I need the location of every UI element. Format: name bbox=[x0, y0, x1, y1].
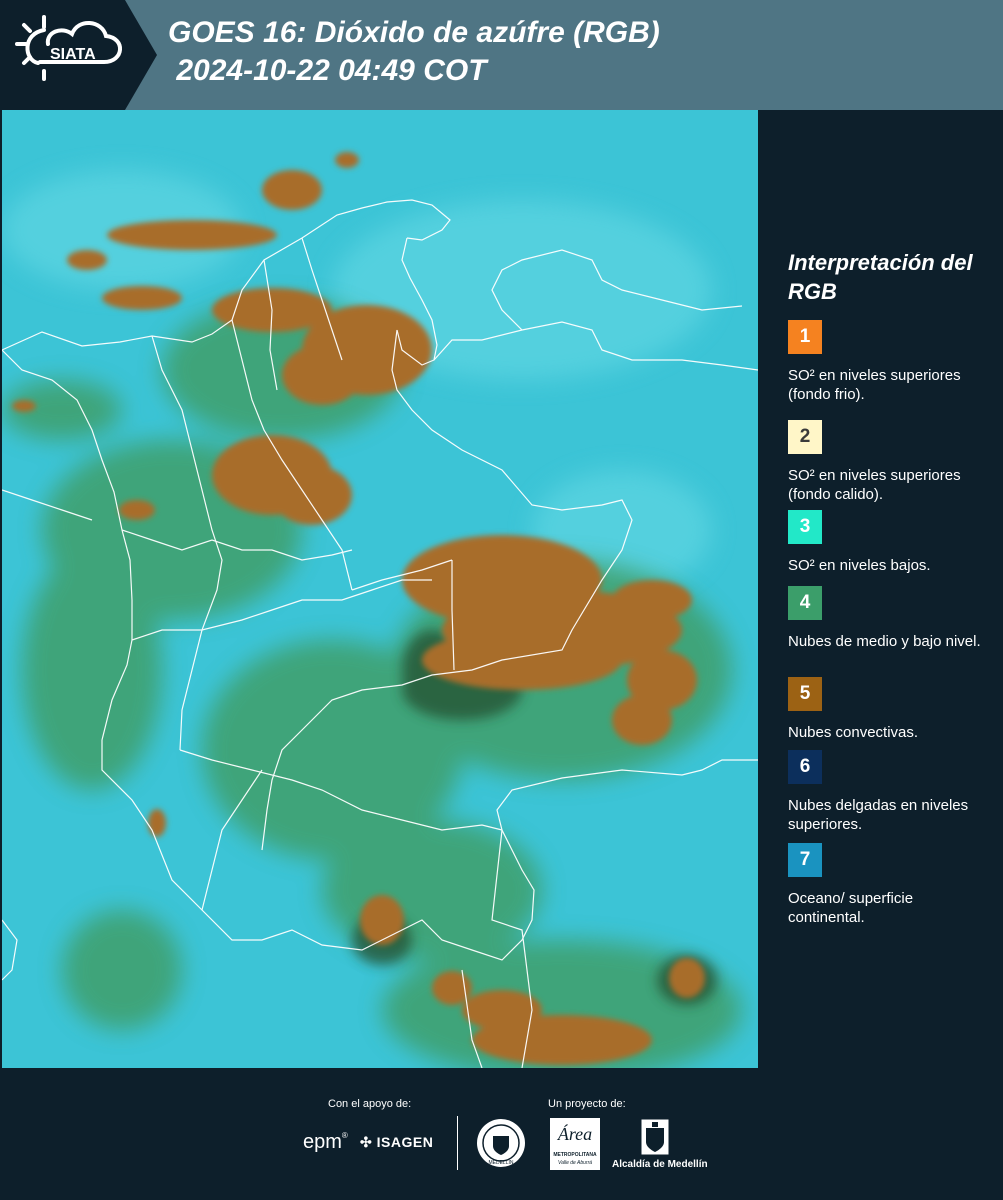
legend-title: Interpretación del RGB bbox=[788, 250, 973, 304]
alcaldia-text: Alcaldía de Medellín bbox=[612, 1159, 708, 1170]
legend-item-2: 2 SO² en niveles superiores (fondo calid… bbox=[788, 420, 988, 504]
legend-text-5: Nubes convectivas. bbox=[788, 724, 919, 741]
legend-item-1: 1 SO² en niveles superiores (fondo frio)… bbox=[788, 320, 988, 404]
legend-item-4: 4 Nubes de medio y bajo nivel. bbox=[788, 586, 988, 651]
siata-logo: SIATA bbox=[0, 0, 160, 110]
area-logo-sub1: METROPOLITANA bbox=[553, 1152, 597, 1158]
legend-text-6: Nubes delgadas en niveles superiores. bbox=[788, 797, 969, 833]
svg-text:MEDELLÍN: MEDELLÍN bbox=[488, 1159, 513, 1166]
header-bar: SIATA GOES 16: Dióxido de azúfre (RGB) 2… bbox=[0, 0, 1003, 110]
legend-swatch-4: 4 bbox=[788, 586, 822, 620]
legend-swatch-3: 3 bbox=[788, 510, 822, 544]
epm-text: epm bbox=[303, 1131, 342, 1153]
legend-text-1: SO² en niveles superiores (fondo frio). bbox=[788, 367, 961, 403]
legend-panel: Interpretación del RGB 1 SO² en niveles … bbox=[760, 110, 1003, 1068]
legend-swatch-5: 5 bbox=[788, 677, 822, 711]
support-label: Con el apoyo de: bbox=[328, 1098, 412, 1110]
legend-swatch-6: 6 bbox=[788, 750, 822, 784]
area-logo-name: Área bbox=[557, 1124, 593, 1144]
legend-item-5: 5 Nubes convectivas. bbox=[788, 677, 988, 742]
page-title: GOES 16: Dióxido de azúfre (RGB) 2024-10… bbox=[168, 14, 660, 90]
legend-item-6: 6 Nubes delgadas en niveles superiores. bbox=[788, 750, 988, 834]
isagen-text: ISAGEN bbox=[376, 1134, 434, 1150]
area-logo-sub2: Valle de Aburrá bbox=[557, 1160, 593, 1166]
legend-text-3: SO² en niveles bajos. bbox=[788, 557, 931, 574]
area-metropolitana-logo: Área METROPOLITANA Valle de Aburrá bbox=[550, 1118, 600, 1170]
isagen-icon: ✣ bbox=[360, 1134, 373, 1150]
medellin-seal-icon: MEDELLÍN bbox=[476, 1118, 526, 1168]
footer-sponsors: Con el apoyo de: Un proyecto de: epm® ✣ … bbox=[0, 1068, 1003, 1200]
project-label: Un proyecto de: bbox=[548, 1098, 626, 1110]
epm-logo: epm® bbox=[303, 1131, 348, 1153]
legend-swatch-7: 7 bbox=[788, 843, 822, 877]
alcaldia-shield-icon bbox=[640, 1118, 670, 1158]
legend-text-4: Nubes de medio y bajo nivel. bbox=[788, 633, 981, 650]
legend-swatch-1: 1 bbox=[788, 320, 822, 354]
title-line-1: GOES 16: Dióxido de azúfre (RGB) bbox=[168, 16, 660, 49]
isagen-logo: ✣ ISAGEN bbox=[360, 1134, 433, 1151]
title-line-2: 2024-10-22 04:49 COT bbox=[168, 54, 487, 87]
satellite-rgb-map bbox=[2, 110, 758, 1068]
footer-divider bbox=[457, 1116, 458, 1170]
legend-text-7: Oceano/ superficie continental. bbox=[788, 890, 914, 926]
svg-text:SIATA: SIATA bbox=[50, 46, 96, 63]
legend-text-2: SO² en niveles superiores (fondo calido)… bbox=[788, 467, 961, 503]
legend-item-3: 3 SO² en niveles bajos. bbox=[788, 510, 988, 575]
legend-item-7: 7 Oceano/ superficie continental. bbox=[788, 843, 988, 927]
legend-swatch-2: 2 bbox=[788, 420, 822, 454]
